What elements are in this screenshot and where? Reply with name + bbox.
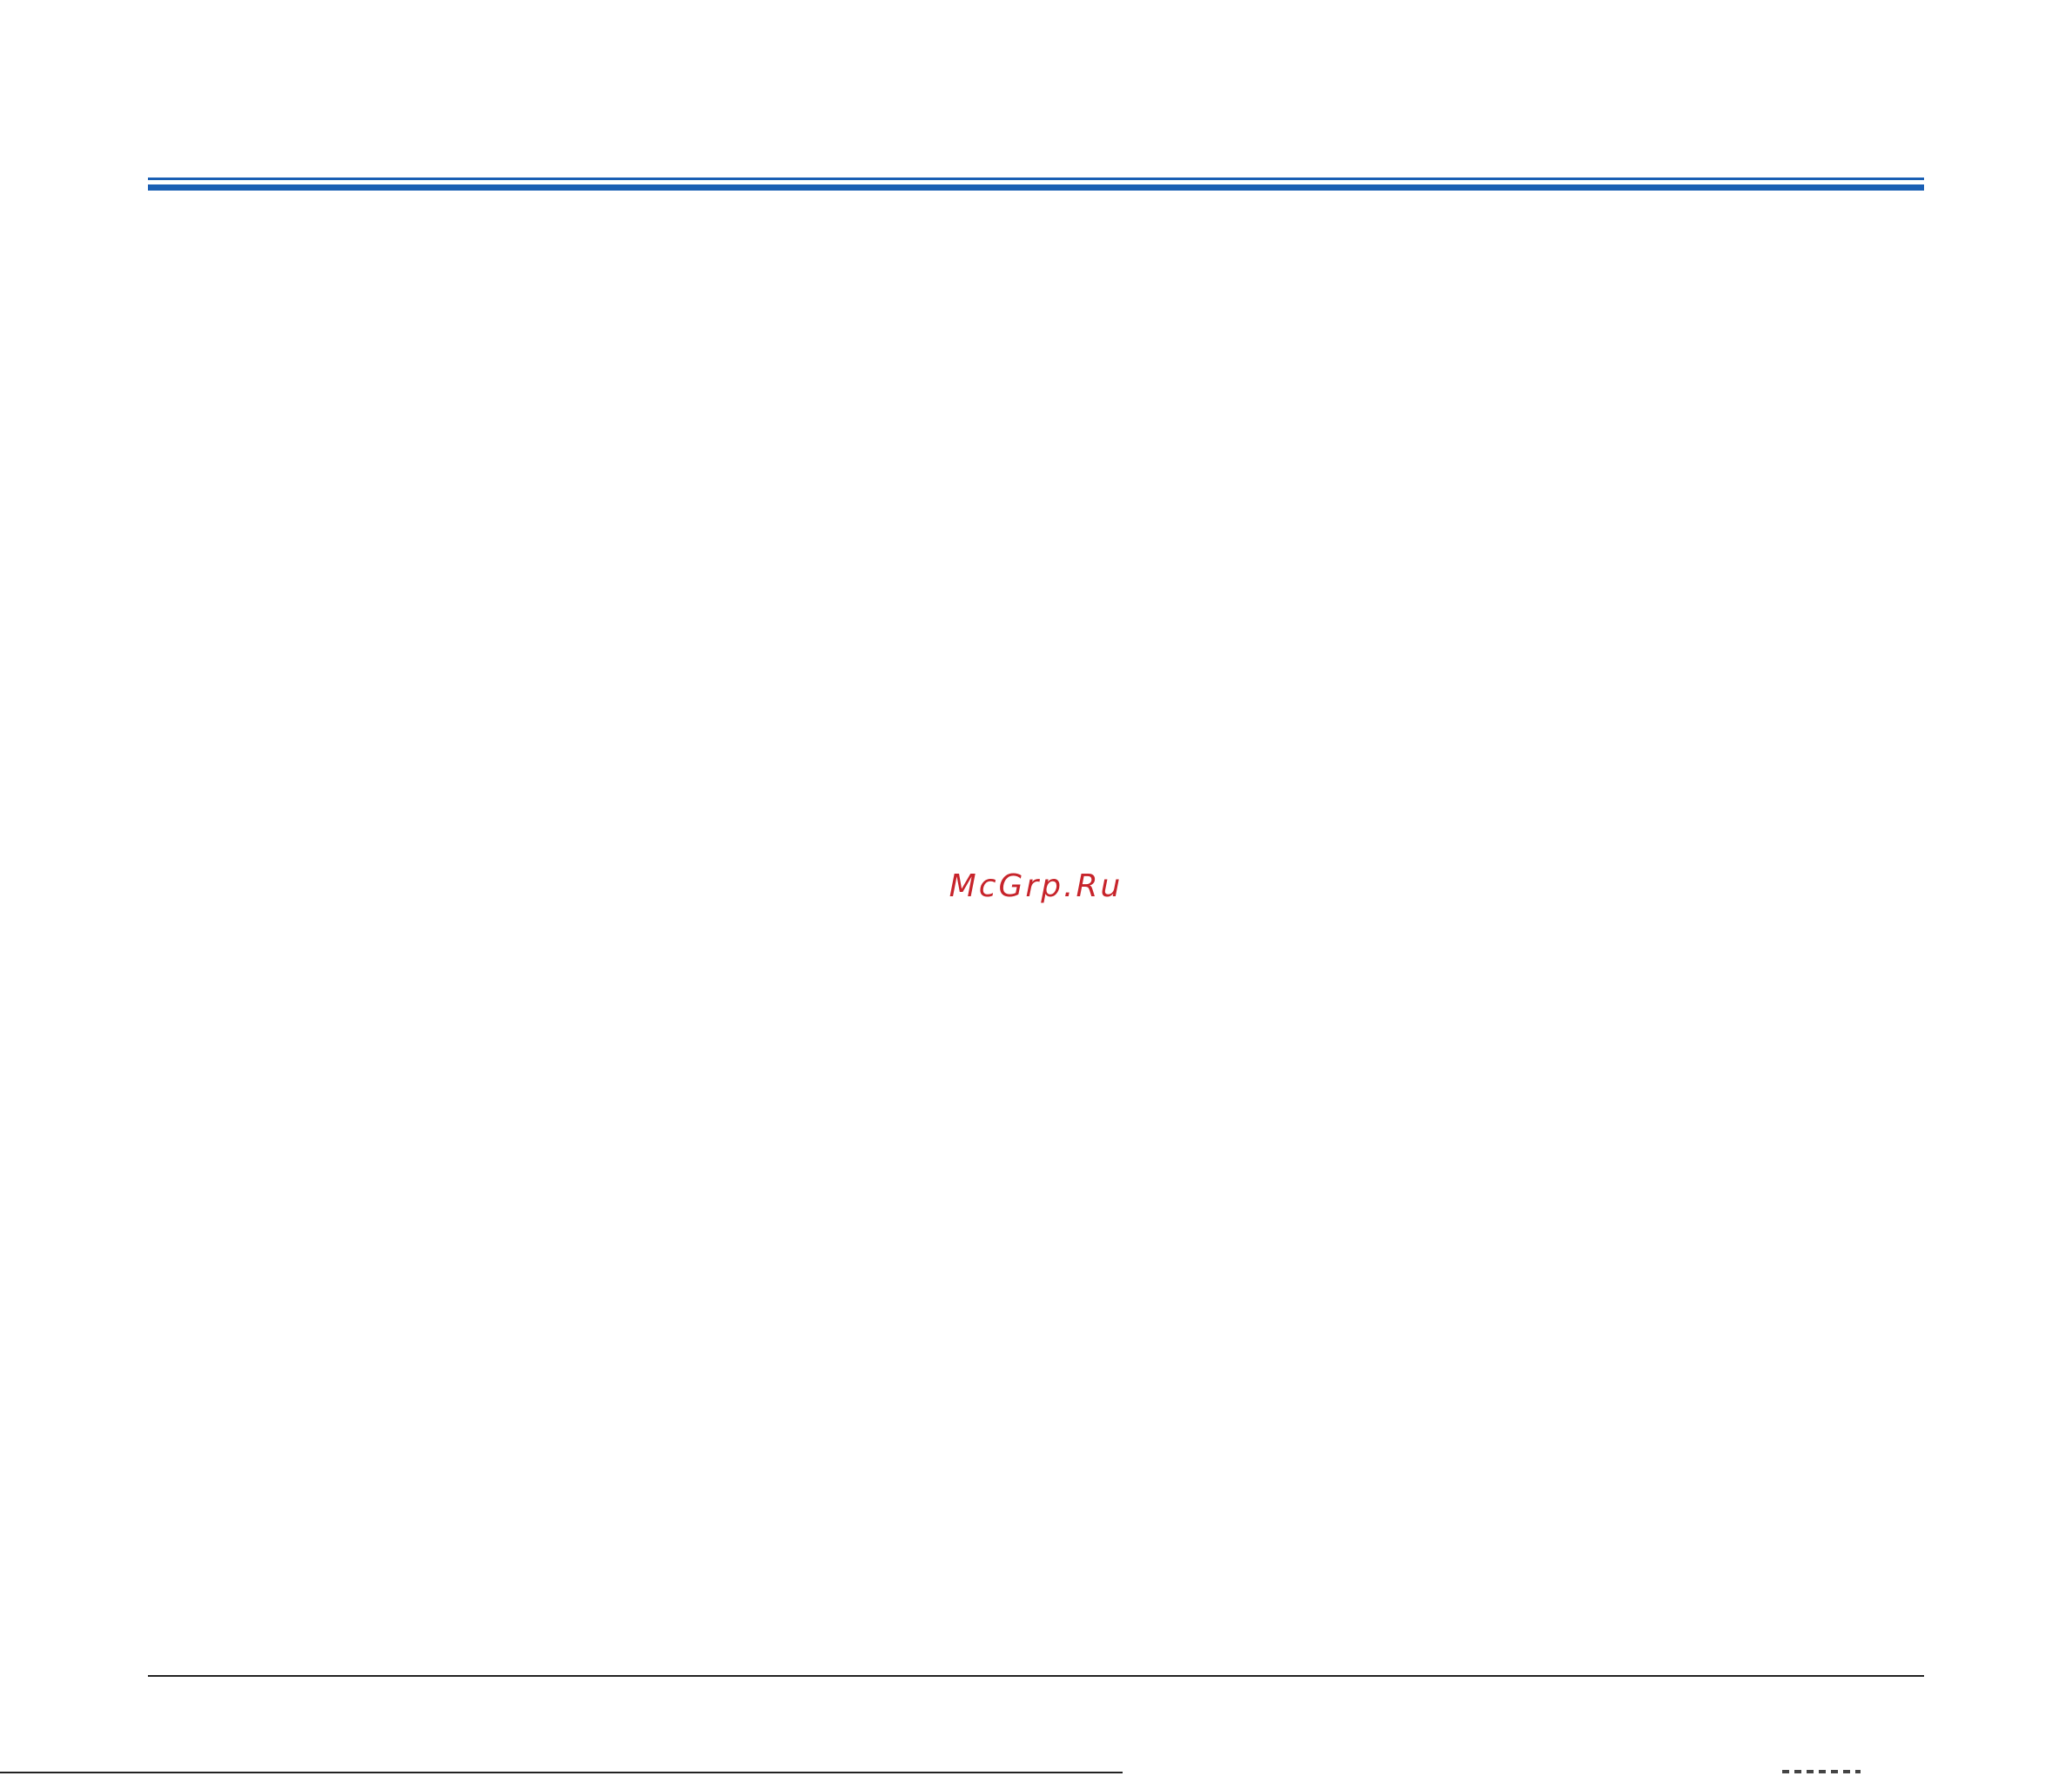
header-rule-thin	[148, 178, 1924, 180]
watermark-text: McGrp.Ru	[949, 868, 1123, 904]
page-bottom-edge-line	[0, 1772, 1123, 1773]
corner-scan-mark	[1782, 1770, 1861, 1773]
footer-rule	[148, 1675, 1924, 1677]
header-rule-thick	[148, 184, 1924, 191]
